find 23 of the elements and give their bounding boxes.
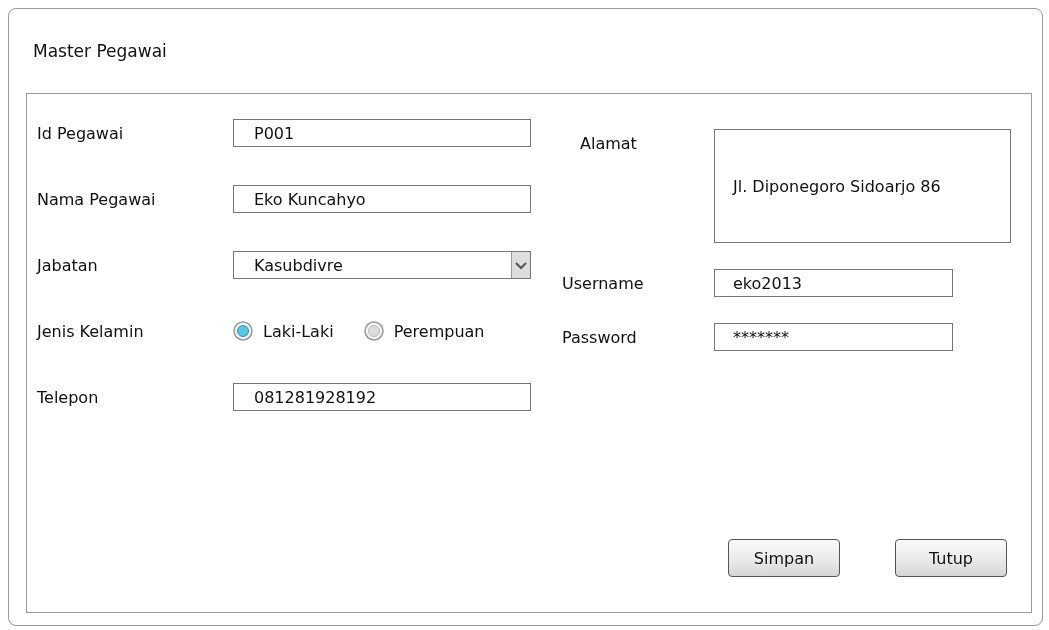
radio-option[interactable]: Perempuan xyxy=(363,321,485,341)
radio-icon xyxy=(363,321,384,341)
text-field[interactable]: eko2013 xyxy=(714,269,953,297)
field-label: Password xyxy=(562,327,638,347)
text-field[interactable]: P001 xyxy=(233,119,531,147)
text-field[interactable]: 081281928192 xyxy=(233,383,531,411)
radio-option[interactable]: Laki-Laki xyxy=(233,321,334,341)
dropdown[interactable]: Kasubdivre xyxy=(233,251,531,279)
field-label: Id Pegawai xyxy=(37,123,125,143)
field-label: Nama Pegawai xyxy=(37,189,157,209)
caret-icon xyxy=(511,252,530,278)
radio-icon xyxy=(233,321,253,341)
field-label: Jabatan xyxy=(37,255,99,275)
window-title: Master Pegawai xyxy=(33,41,167,61)
text-field[interactable]: Eko Kuncahyo xyxy=(233,185,531,213)
address-field[interactable]: Jl. Diponegoro Sidoarjo 86 xyxy=(714,129,1011,243)
field-label: Alamat xyxy=(579,133,638,153)
field-label: Username xyxy=(562,273,645,293)
action-button[interactable]: Simpan xyxy=(728,539,840,577)
text-field[interactable]: ******* xyxy=(714,323,953,351)
field-label: Telepon xyxy=(37,387,100,407)
field-label: Jenis Kelamin xyxy=(37,321,145,341)
action-button[interactable]: Tutup xyxy=(895,539,1007,577)
